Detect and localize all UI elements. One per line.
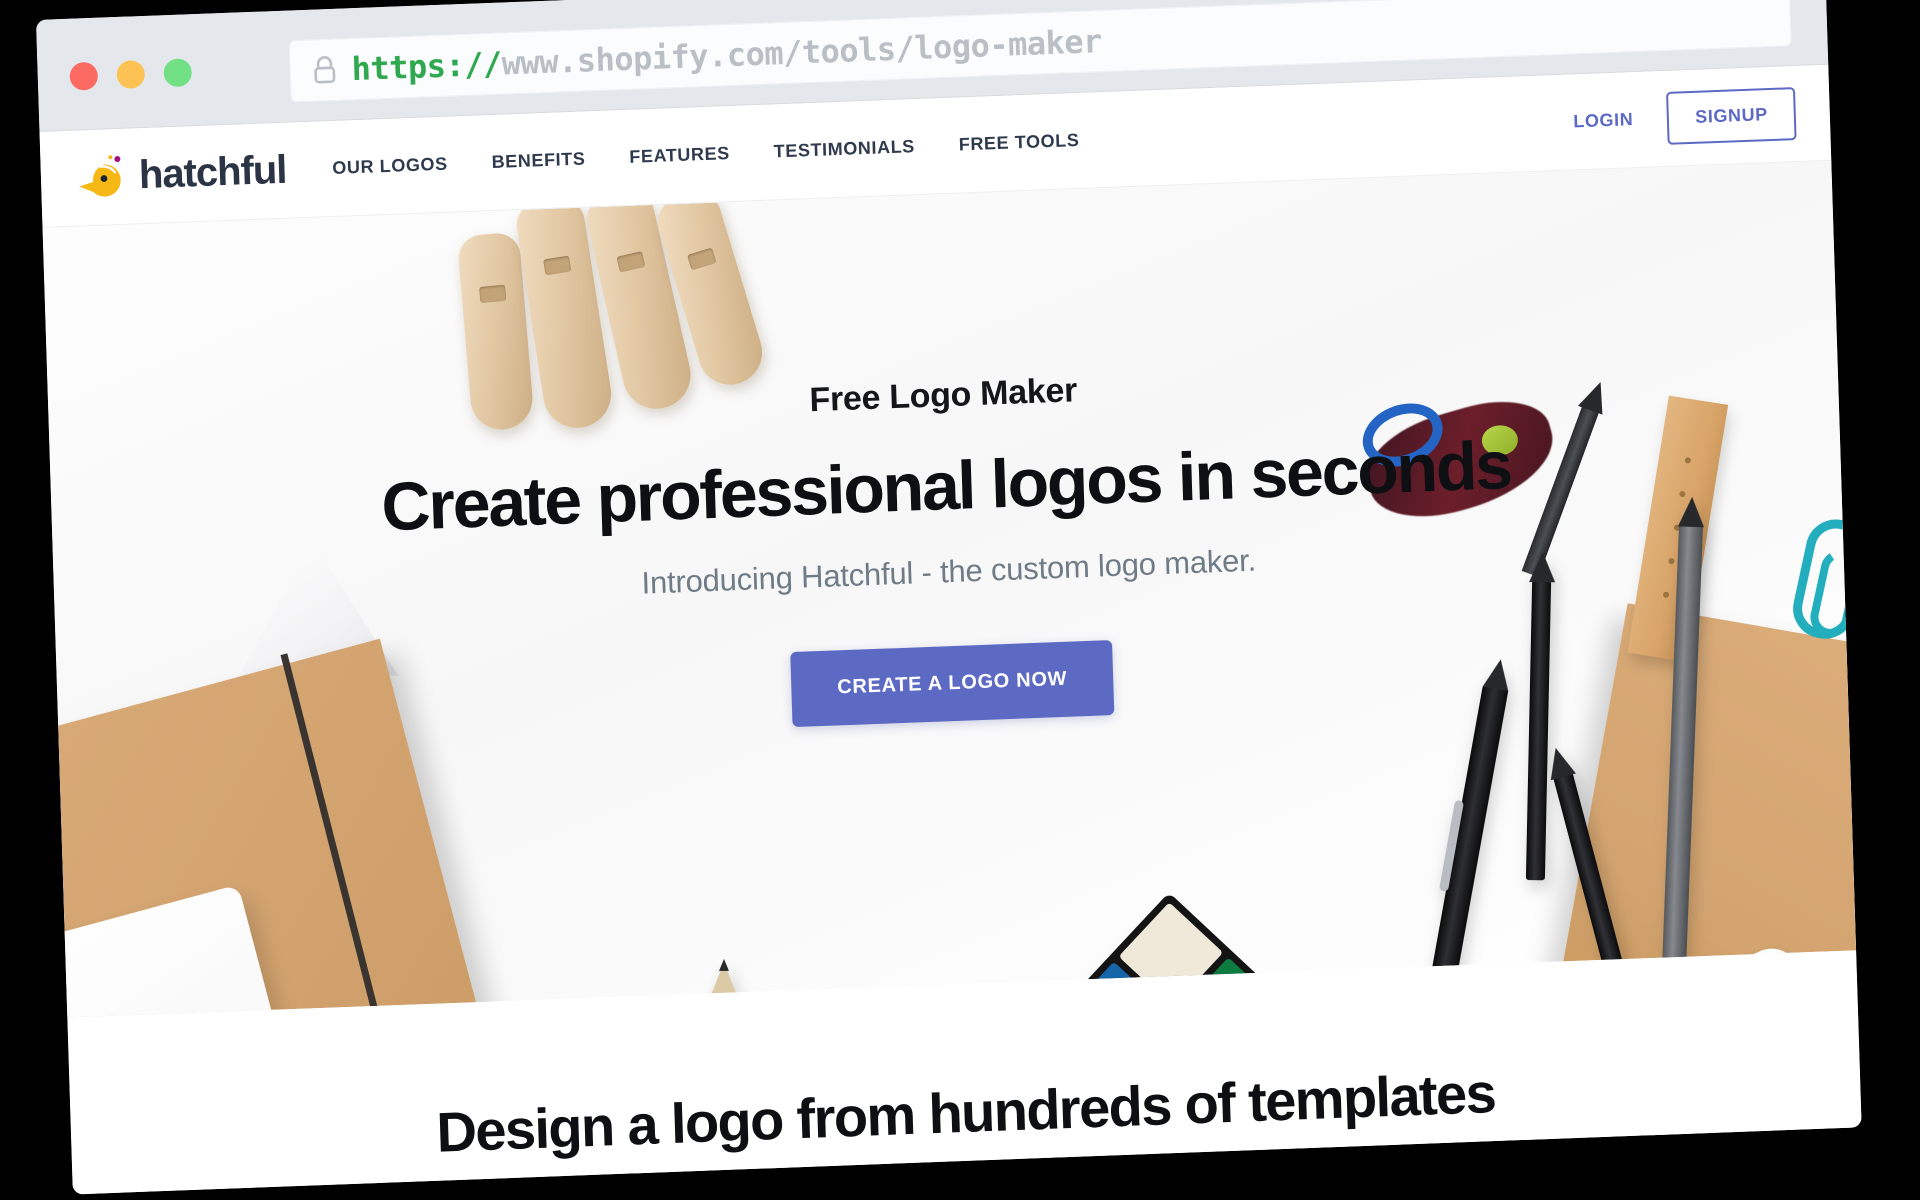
url-scheme: https://	[351, 44, 503, 89]
create-a-logo-now-button[interactable]: CREATE A LOGO NOW	[790, 640, 1115, 728]
close-window-button[interactable]	[69, 61, 99, 91]
maximize-window-button[interactable]	[163, 58, 193, 88]
templates-section-title: Design a logo from hundreds of templates	[435, 1061, 1496, 1164]
login-link[interactable]: LOGIN	[1573, 109, 1634, 132]
browser-window: https://www.shopify.com/tools/logo-maker…	[36, 0, 1862, 1195]
url-host-path: www.shopify.com/tools/logo-maker	[501, 22, 1103, 83]
black-pen-image	[1431, 657, 1514, 975]
hero-section: Free Logo Maker Create professional logo…	[42, 160, 1857, 1018]
brand-logo[interactable]: hatchful	[74, 147, 287, 201]
nav-item-free-tools[interactable]: FREE TOOLS	[958, 130, 1079, 156]
lock-icon	[314, 56, 336, 84]
screenshot-stage: https://www.shopify.com/tools/logo-maker…	[0, 0, 1920, 1200]
nav-item-benefits[interactable]: BENEFITS	[491, 148, 585, 173]
minimize-window-button[interactable]	[116, 59, 146, 90]
url-text: https://www.shopify.com/tools/logo-maker	[351, 22, 1102, 88]
brand-name: hatchful	[138, 147, 288, 198]
nav-item-our-logos[interactable]: OUR LOGOS	[332, 154, 448, 179]
account-actions: LOGIN SIGNUP	[1572, 87, 1797, 148]
traffic-lights	[69, 58, 193, 91]
nav-item-testimonials[interactable]: TESTIMONIALS	[773, 136, 915, 162]
nav-item-features[interactable]: FEATURES	[629, 143, 730, 168]
primary-nav: OUR LOGOS BENEFITS FEATURES TESTIMONIALS…	[332, 111, 1574, 179]
signup-button[interactable]: SIGNUP	[1666, 87, 1797, 145]
hero-copy: Free Logo Maker Create professional logo…	[48, 343, 1848, 755]
hatchful-bird-logo-icon	[79, 154, 121, 197]
